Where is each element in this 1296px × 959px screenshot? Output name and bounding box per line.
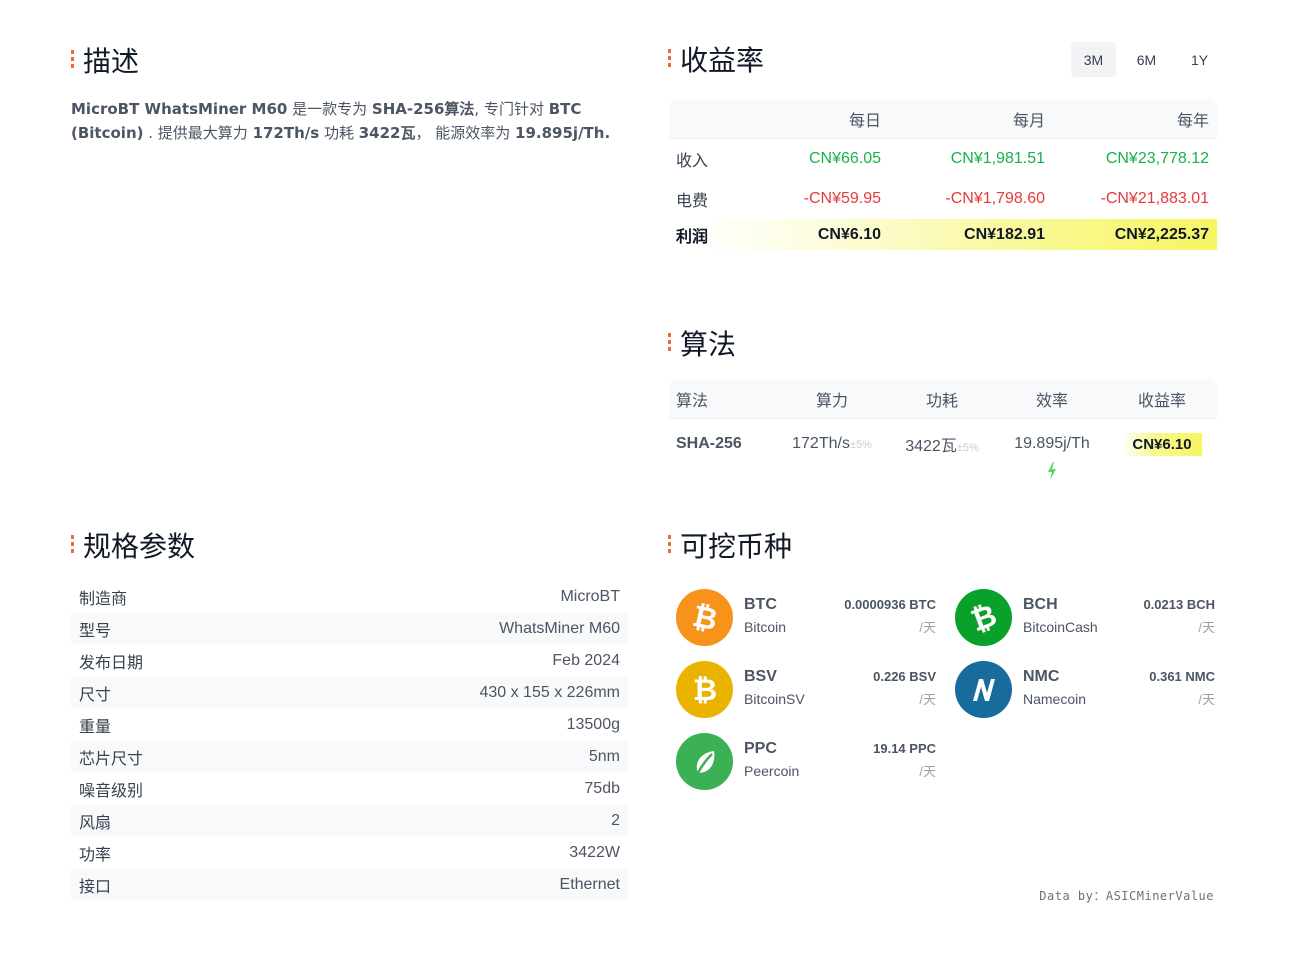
specs-table: 制造商 MicroBT 型号 WhatsMiner M60 发布日期 Feb 2024… [71,581,628,901]
algorithm-table-header: 算法 算力 功耗 效率 收益率 [669,379,1217,419]
algorithm-title: 算法 [668,323,736,363]
spec-row: 型号 WhatsMiner M60 [71,613,628,645]
algorithm-row: SHA-256 172Th/s±5% 3422瓦±5% 19.895j/Th C… [669,419,1217,469]
header-daily: 每日 [848,112,881,130]
description-text: MicroBT WhatsMiner M60 是一款专为 SHA-256算法, … [71,100,611,142]
spec-row: 接口 Ethernet [71,869,628,901]
period-6m-button[interactable]: 6M [1124,42,1169,77]
profit-row: 利润 CN¥6.10 CN¥182.91 CN¥2,225.37 [669,219,1217,250]
algo-profit: CN¥6.10 [1107,432,1217,456]
period-selector: 3M 6M 1Y [1071,42,1222,77]
coin-ppc[interactable]: PPC Peercoin 19.14 PPC /天 [676,733,936,793]
bitcoin-cash-icon: ₿ [955,589,1012,646]
bitcoin-icon: ₿ [676,589,733,646]
profit-table-header: 每日 每月 每年 [669,99,1217,139]
spec-row: 重量 13500g [79,716,620,736]
spec-row: 功率 3422W [79,844,620,864]
bitcoin-sv-icon: ₿ [676,661,733,718]
coins-title: 可挖币种 [668,525,792,565]
description-title: 描述 [71,40,139,80]
spec-row: 芯片尺寸 5nm [71,741,628,773]
specs-title: 规格参数 [71,525,195,565]
hashrate-value: 172Th/s±5% [792,435,872,452]
algorithm-table: 算法 算力 功耗 效率 收益率 SHA-256 172Th/s±5% 3422瓦… [669,379,1217,480]
spec-row: 发布日期 Feb 2024 [79,652,620,672]
period-1y-button[interactable]: 1Y [1177,42,1222,77]
svg-text:₿: ₿ [689,601,720,635]
profit-table: 每日 每月 每年 收入 CN¥66.05 CN¥1,981.51 CN¥23,7… [669,99,1217,250]
title-marker [668,49,671,69]
profitability-title: 收益率 [668,39,764,79]
income-row: 收入 CN¥66.05 CN¥1,981.51 CN¥23,778.12 [676,150,1209,170]
spec-row: 制造商 MicroBT [79,588,620,608]
algorithm-name: SHA-256 [676,435,742,452]
period-3m-button[interactable]: 3M [1071,42,1116,77]
title-marker [668,535,671,555]
title-marker [71,535,74,555]
efficiency-value: 19.895j/Th [1014,435,1090,452]
svg-text:₿: ₿ [967,601,1001,635]
namecoin-icon [955,661,1012,718]
power-value: 3422瓦±5% [905,438,979,455]
header-monthly: 每月 [1012,112,1045,130]
svg-text:₿: ₿ [692,673,716,707]
spec-row: 风扇 2 [71,805,628,837]
header-yearly: 每年 [1176,112,1209,130]
coin-bsv[interactable]: ₿ BSV BitcoinSV 0.226 BSV /天 [676,661,936,721]
coin-nmc[interactable]: NMC Namecoin 0.361 NMC /天 [955,661,1215,721]
coin-bch[interactable]: ₿ BCH BitcoinCash 0.0213 BCH /天 [955,589,1215,649]
coin-btc[interactable]: ₿ BTC Bitcoin 0.0000936 BTC /天 [676,589,936,649]
peercoin-icon [676,733,733,790]
lightning-icon [1048,462,1056,480]
spec-row: 噪音级别 75db [79,780,620,800]
electricity-row: 电费 -CN¥59.95 -CN¥1,798.60 -CN¥21,883.01 [676,190,1209,210]
spec-row: 尺寸 430 x 155 x 226mm [71,677,628,709]
title-marker [668,333,671,353]
title-marker [71,50,74,70]
data-source-credit: Data by：ASICMinerValue [1039,889,1214,903]
